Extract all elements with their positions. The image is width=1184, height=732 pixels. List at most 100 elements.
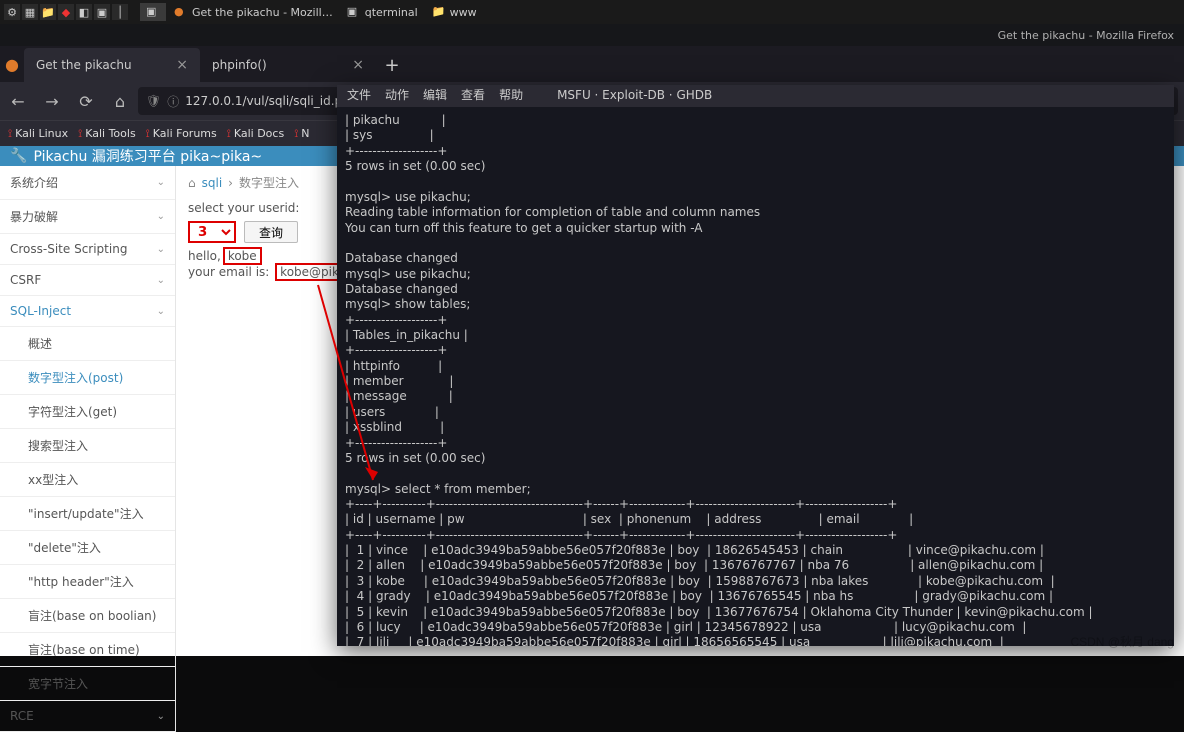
sidebar-item-label: 字符型注入(get) — [28, 403, 117, 420]
menu-action[interactable]: 动作 — [385, 88, 409, 103]
menu-view[interactable]: 查看 — [461, 88, 485, 103]
tabstrip: ● Get the pikachu × phpinfo() × + — [0, 46, 1184, 82]
window-title: Get the pikachu - Mozilla Firefox — [998, 29, 1174, 42]
sidebar-item-label: Cross-Site Scripting — [10, 242, 127, 256]
sidebar-item[interactable]: RCE⌄ — [0, 701, 175, 732]
sidebar-item[interactable]: SQL-Inject ⌄ — [0, 296, 175, 327]
hello-value: kobe — [223, 247, 262, 265]
window-titlebar: Get the pikachu - Mozilla Firefox — [0, 24, 1184, 46]
sidebar-item-label: 宽字节注入 — [28, 675, 88, 692]
bookmark-item[interactable]: ⟟Kali Linux — [8, 127, 68, 141]
sidebar-item-label: 系统介绍 — [10, 174, 58, 191]
home-button[interactable]: ⌂ — [108, 92, 132, 111]
firefox-icon: ● — [174, 5, 188, 19]
tray-icon[interactable]: ◆ — [58, 4, 74, 20]
sidebar-item[interactable]: Cross-Site Scripting ⌄ — [0, 234, 175, 265]
sidebar-item[interactable]: 暴力破解 ⌄ — [0, 200, 175, 234]
watermark: CSDN @秋月 dang — [1070, 633, 1174, 650]
sidebar-item-label: 暴力破解 — [10, 208, 58, 225]
sidebar-item[interactable]: 字符型注入(get) — [0, 395, 175, 429]
taskbar-apps: ▣ ●Get the pikachu - Mozill… ▣qterminal … — [140, 3, 483, 21]
os-taskbar: ⚙ ▦ 📁 ◆ ◧ ▣ │ ▣ ● Get the pikachu - Mozil… — [0, 0, 1184, 24]
sidebar-item[interactable]: "delete"注入 — [0, 531, 175, 565]
close-icon[interactable]: × — [352, 57, 364, 73]
tray-icon[interactable]: ▦ — [22, 4, 38, 20]
sidebar-item-label: SQL-Inject — [10, 304, 71, 318]
close-icon[interactable]: × — [176, 57, 188, 73]
taskbar-app-firefox[interactable]: ● Get the pikachu - Mozill… — [168, 3, 339, 21]
reload-button[interactable]: ⟳ — [74, 92, 98, 111]
kali-icon: ⟟ — [8, 127, 12, 141]
home-icon[interactable]: ⌂ — [188, 176, 196, 190]
taskbar-app-terminal[interactable]: ▣ — [140, 3, 166, 21]
chevron-down-icon: ⌄ — [157, 275, 165, 286]
sidebar-item[interactable]: 概述 — [0, 327, 175, 361]
taskbar-app-qterminal[interactable]: ▣ qterminal — [341, 3, 424, 21]
menu-help[interactable]: 帮助 — [499, 88, 523, 103]
nav-buttons: ← → ⟳ ⌂ — [6, 92, 132, 111]
sidebar-item[interactable]: 宽字节注入 — [0, 667, 175, 701]
tray-icon[interactable]: 📁 — [40, 4, 56, 20]
sidebar-item[interactable]: 盲注(base on time) — [0, 633, 175, 667]
crumb-sqli[interactable]: sqli — [202, 176, 223, 190]
sidebar-item-label: 搜索型注入 — [28, 437, 88, 454]
menu-file[interactable]: 文件 — [347, 88, 371, 103]
bookmark-item[interactable]: ⟟Kali Forums — [146, 127, 217, 141]
sidebar-item-label: 概述 — [28, 335, 52, 352]
tab-phpinfo[interactable]: phpinfo() × — [200, 48, 376, 82]
sidebar-item-label: RCE — [10, 709, 34, 723]
firefox-app-icon: ● — [0, 46, 24, 82]
terminal-icon: ▣ — [347, 5, 361, 19]
tray-icon[interactable]: ⚙ — [4, 4, 20, 20]
sidebar-item[interactable]: "insert/update"注入 — [0, 497, 175, 531]
wrench-icon: 🔧 — [10, 148, 27, 164]
sidebar-item-label: 盲注(base on time) — [28, 641, 140, 658]
sidebar-item-label: "insert/update"注入 — [28, 505, 144, 522]
sidebar-item[interactable]: CSRF⌄ — [0, 265, 175, 296]
sidebar-item-label: 数字型注入(post) — [28, 369, 123, 386]
userid-select[interactable]: 3 — [188, 221, 236, 243]
bookmark-item[interactable]: ⟟N — [294, 127, 309, 141]
kali-icon: ⟟ — [78, 127, 82, 141]
sidebar-nav: 系统介绍⌄暴力破解⌄Cross-Site Scripting⌄CSRF⌄SQL-… — [0, 166, 176, 732]
taskbar-tray: ⚙ ▦ 📁 ◆ ◧ ▣ │ — [0, 4, 132, 20]
forward-button[interactable]: → — [40, 92, 64, 111]
taskbar-app-files[interactable]: 📁www — [426, 3, 483, 21]
crumb-leaf: 数字型注入 — [239, 174, 299, 191]
site-info-icon[interactable]: ⓘ — [167, 93, 179, 110]
new-tab-button[interactable]: + — [376, 48, 408, 82]
tab-title: Get the pikachu — [36, 58, 132, 72]
url-text: 127.0.0.1/vul/sqli/sqli_id.php — [185, 94, 357, 108]
terminal-output[interactable]: | pikachu | | sys | +-------------------… — [337, 107, 1174, 646]
menu-edit[interactable]: 编辑 — [423, 88, 447, 103]
sidebar-item[interactable]: 盲注(base on boolian) — [0, 599, 175, 633]
tray-icon[interactable]: │ — [112, 4, 128, 20]
sidebar-item[interactable]: "http header"注入 — [0, 565, 175, 599]
chevron-down-icon: ⌄ — [157, 211, 165, 222]
sidebar-item-label: xx型注入 — [28, 471, 78, 488]
tray-icon[interactable]: ◧ — [76, 4, 92, 20]
terminal-icon: ▣ — [146, 5, 160, 19]
chevron-down-icon: ⌄ — [157, 306, 165, 317]
bookmark-item[interactable]: ⟟Kali Docs — [227, 127, 284, 141]
sidebar-item-label: "http header"注入 — [28, 573, 134, 590]
folder-icon: 📁 — [432, 5, 446, 19]
sidebar-item-label: 盲注(base on boolian) — [28, 607, 156, 624]
terminal-window[interactable]: 文件 动作 编辑 查看 帮助 MSFU · Exploit-DB · GHDB … — [337, 85, 1174, 646]
query-button[interactable]: 查询 — [244, 221, 298, 243]
terminal-menubar: 文件 动作 编辑 查看 帮助 MSFU · Exploit-DB · GHDB — [337, 85, 1174, 107]
chevron-down-icon: ⌄ — [157, 244, 165, 255]
tab-pikachu[interactable]: Get the pikachu × — [24, 48, 200, 82]
taskbar-app-label: Get the pikachu - Mozill… — [192, 6, 333, 19]
taskbar-app-label: qterminal — [365, 6, 418, 19]
back-button[interactable]: ← — [6, 92, 30, 111]
shield-icon[interactable]: 🛡 — [146, 94, 161, 108]
tab-title: phpinfo() — [212, 58, 267, 72]
sidebar-item[interactable]: 数字型注入(post) — [0, 361, 175, 395]
bookmark-item[interactable]: ⟟Kali Tools — [78, 127, 136, 141]
kali-icon: ⟟ — [146, 127, 150, 141]
tray-icon[interactable]: ▣ — [94, 4, 110, 20]
sidebar-item[interactable]: xx型注入 — [0, 463, 175, 497]
sidebar-item[interactable]: 搜索型注入 — [0, 429, 175, 463]
sidebar-item[interactable]: 系统介绍⌄ — [0, 166, 175, 200]
